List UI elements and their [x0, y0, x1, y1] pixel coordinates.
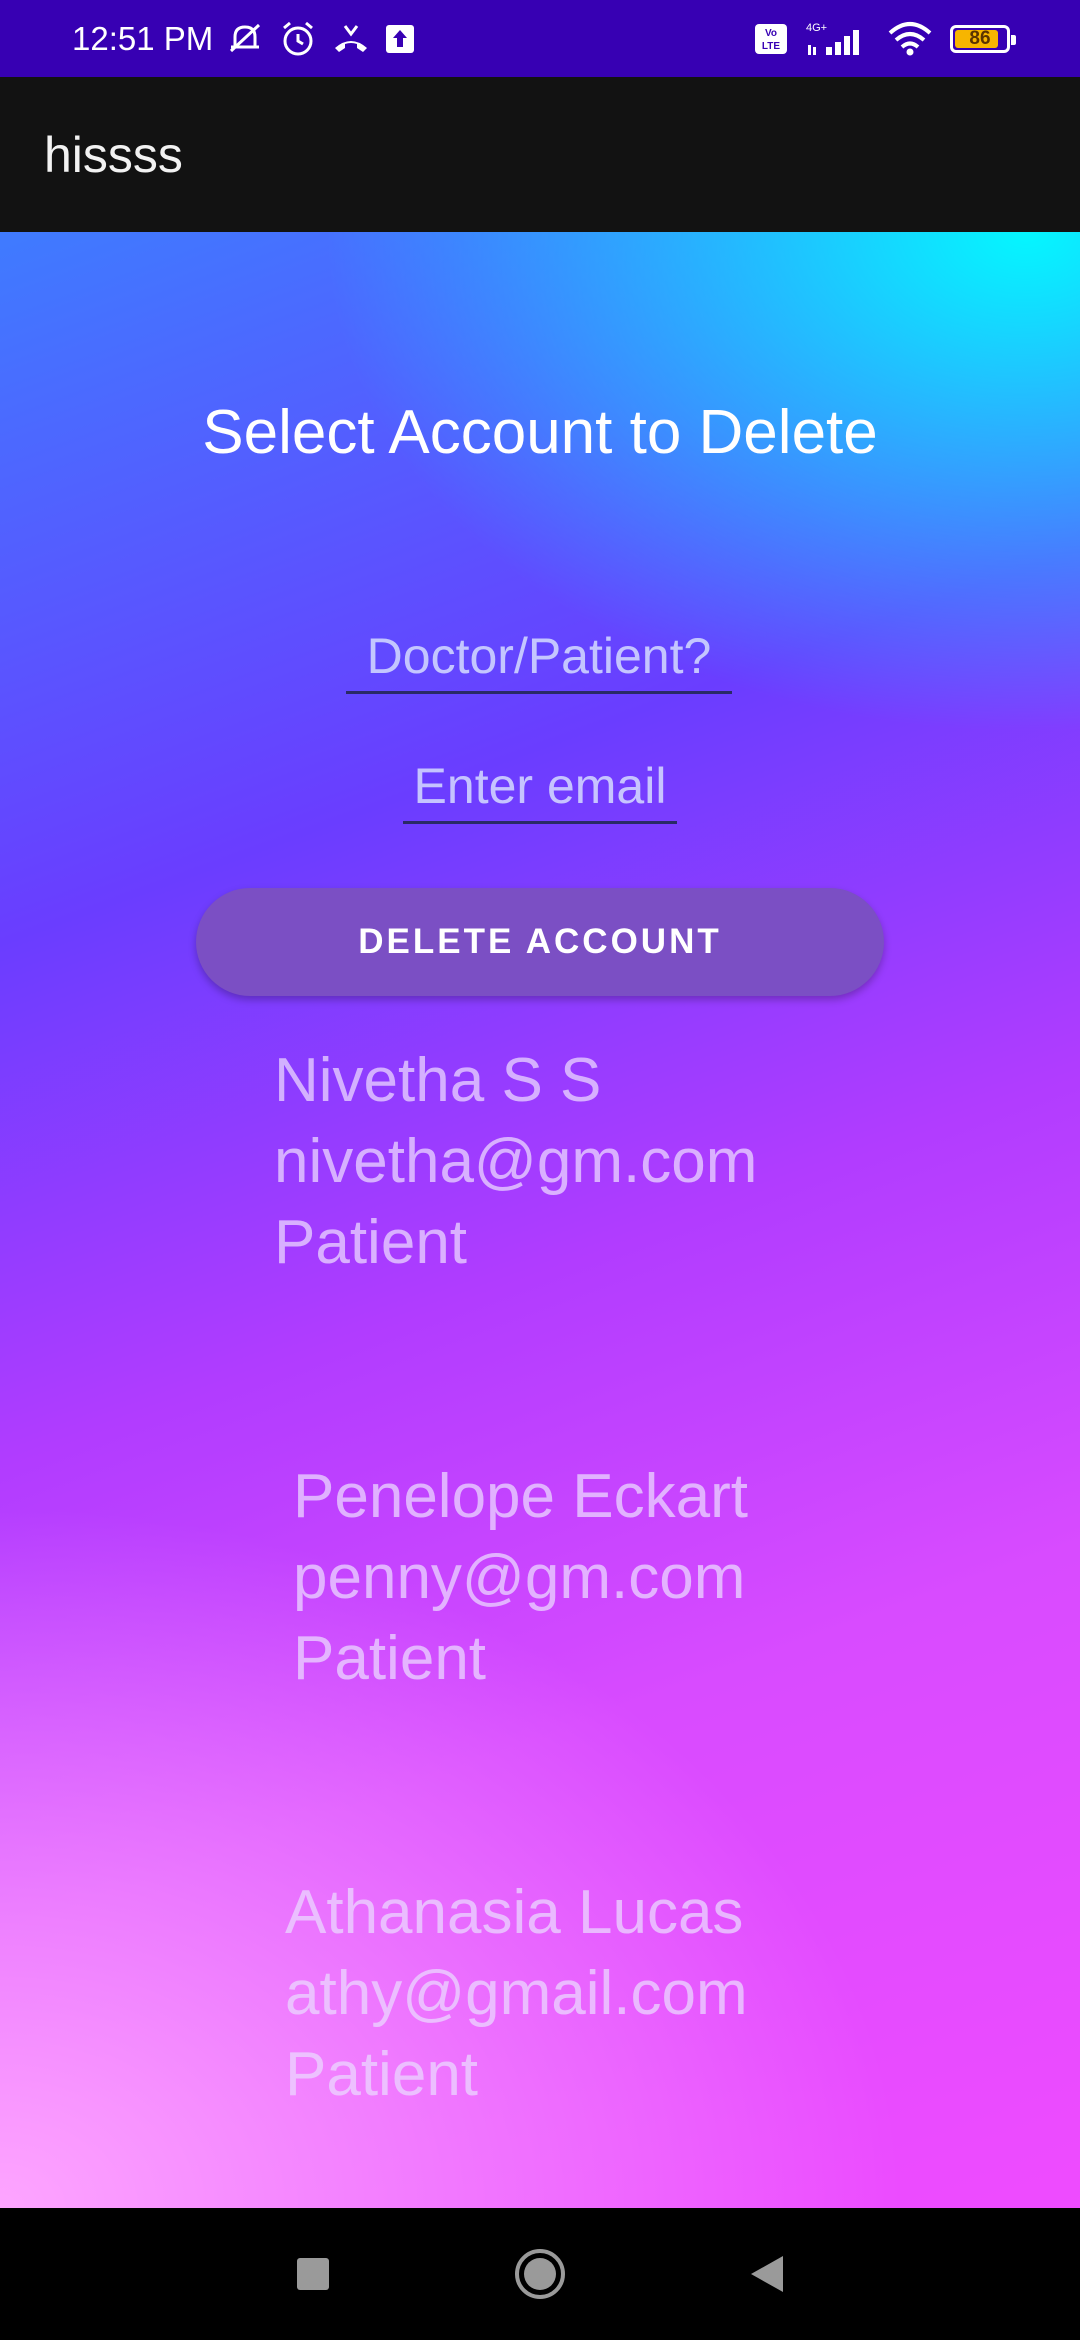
role-input[interactable]: Doctor/Patient? — [346, 627, 732, 694]
account-item: Nivetha S S nivetha@gm.com Patient — [274, 1040, 757, 1283]
status-left-icons — [225, 20, 415, 58]
page-title: Select Account to Delete — [202, 398, 878, 467]
svg-text:LTE: LTE — [762, 41, 780, 52]
alarm-icon — [279, 20, 317, 58]
signal-4g-icon: 4G+ — [804, 21, 870, 57]
recents-square-icon[interactable] — [283, 2244, 343, 2304]
account-role: Patient — [285, 2040, 479, 2109]
svg-text:Vo: Vo — [765, 28, 777, 39]
muted-bell-icon — [225, 21, 265, 57]
account-email: nivetha@gm.com — [274, 1127, 758, 1196]
status-bar: 12:51 PM Vo LTE 4G+ 86 — [0, 0, 1080, 77]
battery-icon: 86 — [950, 24, 1016, 53]
system-nav-bar — [0, 2208, 1080, 2340]
account-name: Athanasia Lucas — [285, 1878, 744, 1947]
upload-icon — [385, 24, 415, 54]
email-input[interactable]: Enter email — [403, 757, 677, 824]
back-triangle-icon[interactable] — [737, 2244, 797, 2304]
account-email: penny@gm.com — [293, 1543, 746, 1612]
delete-account-button[interactable]: DELETE ACCOUNT — [196, 888, 884, 996]
call-forward-icon — [331, 22, 371, 56]
volte-icon: Vo LTE — [754, 23, 788, 55]
status-time: 12:51 PM — [72, 19, 214, 57]
svg-text:4G+: 4G+ — [806, 22, 827, 34]
home-circle-icon[interactable] — [510, 2244, 570, 2304]
email-input-placeholder: Enter email — [413, 758, 667, 814]
account-item: Athanasia Lucas athy@gmail.com Patient — [285, 1872, 748, 2115]
account-name: Nivetha S S — [274, 1046, 602, 1115]
role-input-placeholder: Doctor/Patient? — [366, 628, 712, 684]
delete-account-screen: Select Account to Delete Doctor/Patient?… — [0, 232, 1080, 2208]
battery-level: 86 — [969, 27, 991, 49]
battery-tip — [1011, 34, 1016, 45]
account-role: Patient — [293, 1624, 487, 1693]
account-item: Penelope Eckart penny@gm.com Patient — [293, 1456, 748, 1699]
status-right-icons: Vo LTE 4G+ 86 — [754, 21, 1016, 57]
account-role: Patient — [274, 1208, 468, 1277]
wifi-icon — [886, 21, 934, 57]
account-name: Penelope Eckart — [293, 1462, 748, 1531]
app-title: hissss — [44, 126, 183, 183]
app-bar: hissss — [0, 77, 1080, 232]
account-email: athy@gmail.com — [285, 1959, 748, 2028]
